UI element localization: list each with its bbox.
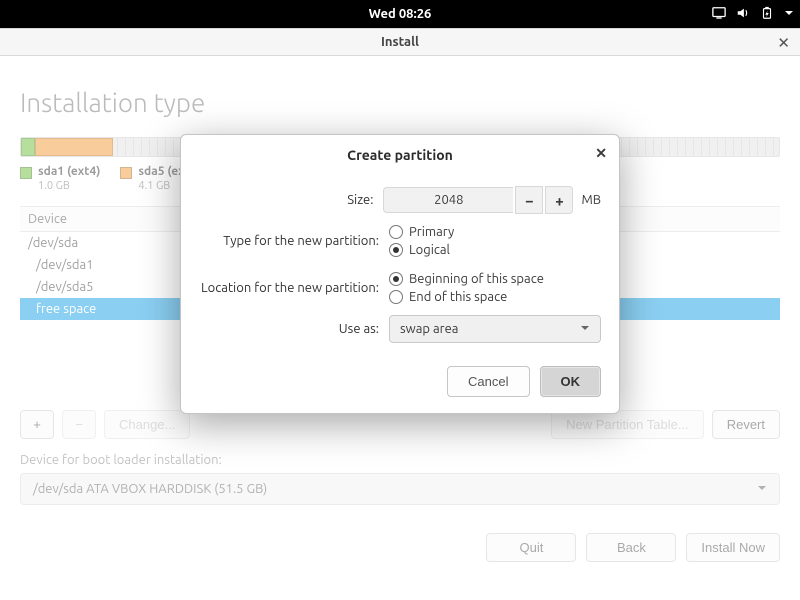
radio-icon: [389, 243, 403, 257]
legend-swatch-icon: [120, 167, 132, 179]
bootloader-value: /dev/sda ATA VBOX HARDDISK (51.5 GB): [33, 482, 267, 496]
add-partition-button[interactable]: +: [20, 410, 54, 439]
radio-label: Beginning of this space: [409, 272, 544, 286]
use-as-label: Use as:: [199, 322, 389, 336]
legend-size: 1.0 GB: [38, 180, 100, 192]
chevron-down-icon: [757, 482, 767, 496]
chevron-down-icon[interactable]: [784, 7, 794, 21]
radio-icon: [389, 225, 403, 239]
radio-primary[interactable]: Primary: [389, 225, 454, 239]
revert-button[interactable]: Revert: [712, 410, 780, 439]
disk-seg-sda1: [21, 138, 35, 156]
cancel-button[interactable]: Cancel: [447, 366, 529, 397]
size-unit: MB: [581, 193, 601, 207]
change-partition-button: Change...: [104, 410, 190, 439]
dialog-title: Create partition: [347, 147, 453, 163]
radio-label: Primary: [409, 225, 454, 239]
use-as-select[interactable]: swap area: [389, 315, 601, 343]
dialog-close-button[interactable]: ✕: [595, 145, 607, 162]
legend-item: sda1 (ext4) 1.0 GB: [20, 165, 100, 192]
new-partition-table-button[interactable]: New Partition Table...: [551, 410, 704, 439]
size-input[interactable]: 2048: [383, 187, 513, 213]
chevron-down-icon: [580, 322, 590, 336]
size-stepper: 2048 − +: [383, 186, 573, 214]
radio-label: Logical: [409, 243, 450, 257]
create-partition-dialog: Create partition ✕ Size: 2048 − + MB Typ…: [180, 134, 620, 414]
partition-location-label: Location for the new partition:: [199, 281, 389, 295]
radio-label: End of this space: [409, 290, 507, 304]
use-as-value: swap area: [400, 322, 458, 336]
size-increment-button[interactable]: +: [545, 186, 573, 214]
window-titlebar: Install ✕: [0, 28, 800, 56]
bootloader-select[interactable]: /dev/sda ATA VBOX HARDDISK (51.5 GB): [20, 473, 780, 505]
bootloader-label: Device for boot loader installation:: [20, 453, 780, 467]
radio-location-end[interactable]: End of this space: [389, 290, 544, 304]
partition-toolbar: + − Change... New Partition Table... Rev…: [20, 410, 780, 439]
radio-icon: [389, 290, 403, 304]
radio-icon: [389, 272, 403, 286]
size-decrement-button[interactable]: −: [515, 186, 543, 214]
window-title: Install: [381, 35, 419, 49]
partition-type-label: Type for the new partition:: [199, 234, 389, 248]
legend-label: sda1 (ext4): [38, 165, 100, 178]
wizard-footer: Quit Back Install Now: [0, 515, 800, 578]
size-label: Size:: [199, 193, 383, 207]
os-topbar: Wed 08:26: [0, 0, 800, 28]
install-now-button[interactable]: Install Now: [686, 533, 780, 562]
radio-location-begin[interactable]: Beginning of this space: [389, 272, 544, 286]
quit-button[interactable]: Quit: [486, 533, 576, 562]
page-title: Installation type: [20, 88, 780, 117]
legend-swatch-icon: [20, 167, 32, 179]
radio-logical[interactable]: Logical: [389, 243, 454, 257]
system-tray: [712, 0, 794, 28]
disk-seg-sda5: [35, 138, 113, 156]
volume-icon[interactable]: [736, 6, 750, 23]
clock: Wed 08:26: [369, 7, 432, 21]
window-close-button[interactable]: ✕: [777, 34, 790, 52]
ok-button[interactable]: OK: [540, 366, 602, 397]
back-button[interactable]: Back: [586, 533, 676, 562]
remove-partition-button: −: [62, 410, 96, 439]
battery-icon[interactable]: [760, 6, 774, 23]
screen-icon[interactable]: [712, 6, 726, 23]
